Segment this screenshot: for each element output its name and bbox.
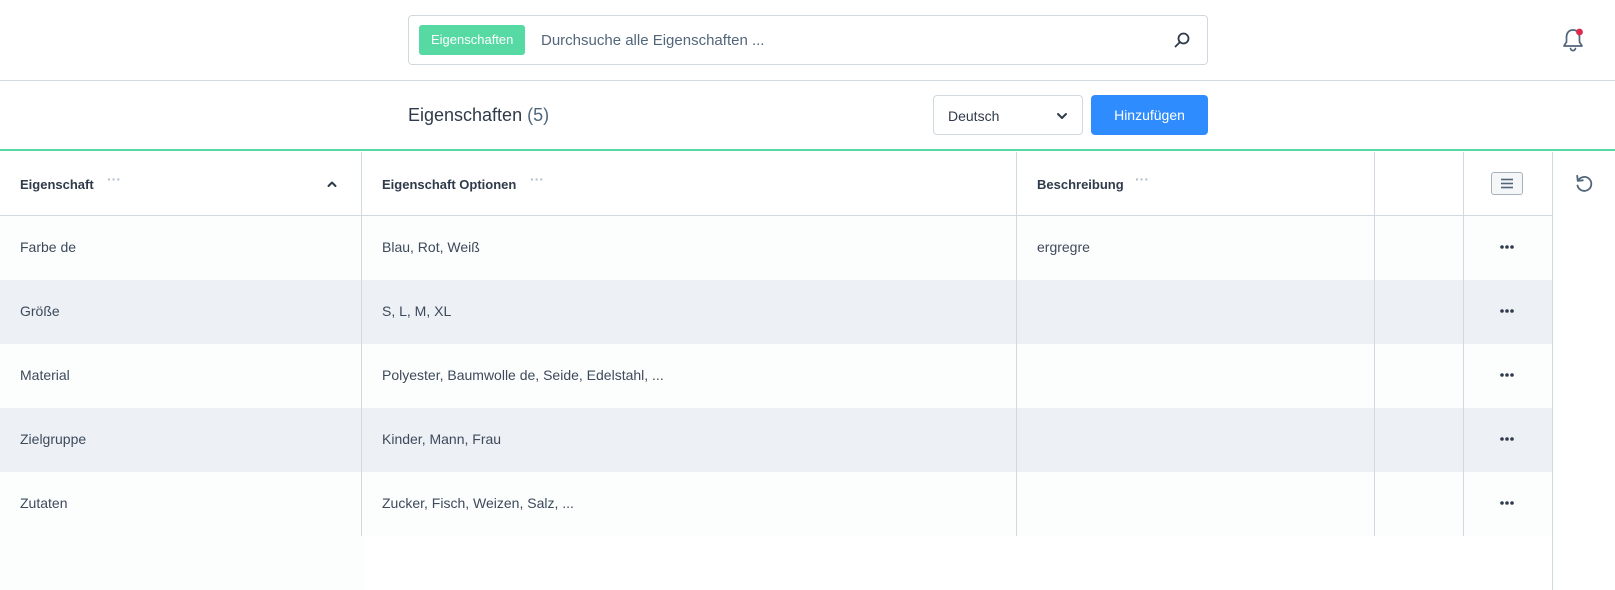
language-select-value: Deutsch [948, 108, 1000, 124]
table-row[interactable]: Zutaten Zucker, Fisch, Weizen, Salz, ... [0, 472, 1552, 536]
search-icon[interactable] [1173, 31, 1191, 49]
reset-icon[interactable] [1573, 172, 1595, 194]
column-header-name[interactable]: Eigenschaft ··· [0, 152, 362, 216]
page-title: Eigenschaften (5) [408, 105, 549, 126]
notification-dot [1576, 28, 1583, 36]
table-row[interactable]: Material Polyester, Baumwolle de, Seide,… [0, 344, 1552, 408]
cell-description: ergregre [1037, 239, 1090, 255]
bell-icon[interactable] [1561, 27, 1585, 53]
row-actions-icon[interactable] [1496, 428, 1518, 450]
page-header: Eigenschaften (5) Deutsch Hinzufügen [0, 81, 1615, 151]
column-menu-icon[interactable]: ··· [107, 171, 121, 187]
table-row[interactable]: Farbe de Blau, Rot, Weiß ergregre [0, 216, 1552, 280]
column-header-description[interactable]: Beschreibung ··· [1017, 152, 1375, 216]
column-settings-button[interactable] [1491, 172, 1523, 195]
search-type-badge[interactable]: Eigenschaften [419, 25, 526, 55]
row-actions-icon[interactable] [1496, 364, 1518, 386]
column-menu-icon[interactable]: ··· [1135, 171, 1149, 187]
chevron-down-icon [1057, 113, 1067, 119]
grid-side-actions [1552, 152, 1615, 590]
cell-options: Polyester, Baumwolle de, Seide, Edelstah… [382, 367, 664, 383]
page-title-text: Eigenschaften [408, 105, 523, 125]
list-icon [1501, 178, 1513, 189]
cell-name: Material [20, 367, 70, 383]
top-bar: Eigenschaften [0, 0, 1615, 81]
cell-name: Farbe de [20, 239, 77, 255]
column-divider [1016, 152, 1017, 536]
column-header-label: Beschreibung [1037, 177, 1124, 192]
table-row[interactable]: Zielgruppe Kinder, Mann, Frau [0, 408, 1552, 472]
cell-name: Zielgruppe [20, 431, 87, 447]
column-header-label: Eigenschaft [20, 177, 94, 192]
row-actions-icon[interactable] [1496, 300, 1518, 322]
column-divider [361, 152, 362, 536]
cell-name: Größe [20, 303, 60, 319]
row-actions-icon[interactable] [1496, 492, 1518, 514]
row-actions-icon[interactable] [1496, 236, 1518, 258]
cell-options: Blau, Rot, Weiß [382, 239, 480, 255]
search-input[interactable] [541, 16, 1141, 64]
sort-ascending-icon[interactable] [326, 178, 338, 190]
cell-options: Zucker, Fisch, Weizen, Salz, ... [382, 495, 574, 511]
cell-options: Kinder, Mann, Frau [382, 431, 502, 447]
page-title-count: (5) [527, 105, 550, 125]
properties-grid: Eigenschaft ··· Eigenschaft Optionen ···… [0, 152, 1552, 538]
table-row[interactable]: Größe S, L, M, XL [0, 280, 1552, 344]
column-menu-icon[interactable]: ··· [530, 171, 544, 187]
cell-name: Zutaten [20, 495, 68, 511]
global-search[interactable]: Eigenschaften [408, 15, 1208, 65]
column-header-label: Eigenschaft Optionen [382, 177, 517, 192]
column-header-options[interactable]: Eigenschaft Optionen ··· [362, 152, 1017, 216]
add-button[interactable]: Hinzufügen [1091, 95, 1208, 135]
cell-options: S, L, M, XL [382, 303, 452, 319]
column-divider [1463, 152, 1464, 536]
language-select[interactable]: Deutsch [933, 95, 1083, 135]
column-divider [1374, 152, 1375, 536]
grid-filler [0, 536, 365, 590]
grid-header-row: Eigenschaft ··· Eigenschaft Optionen ···… [0, 152, 1552, 216]
